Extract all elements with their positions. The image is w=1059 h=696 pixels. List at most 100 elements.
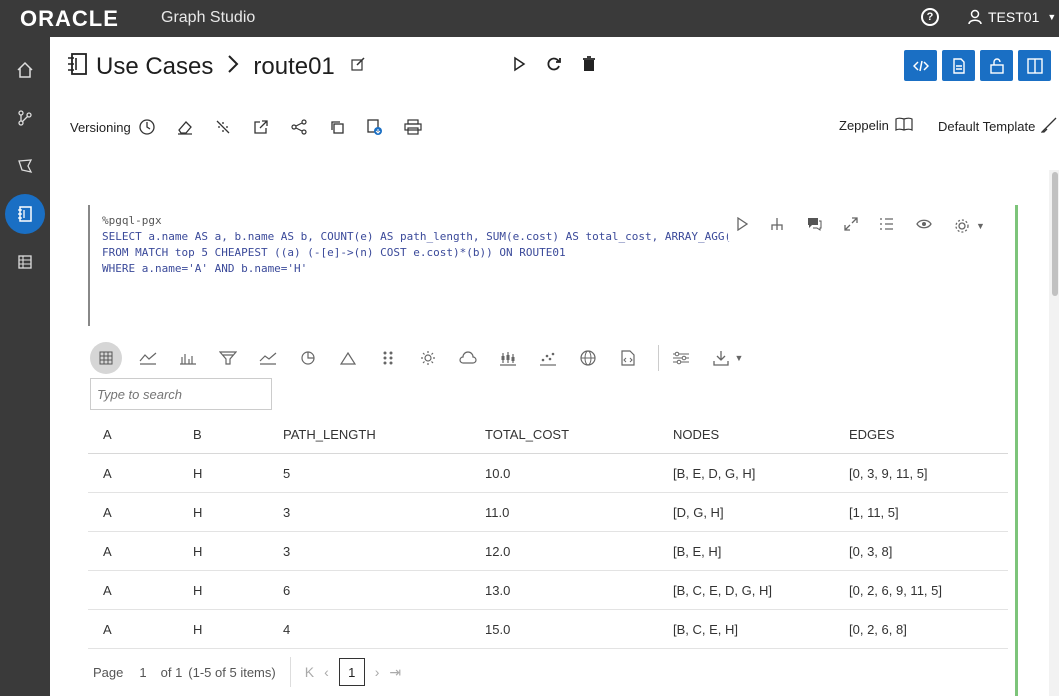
clear-output-icon[interactable] — [213, 117, 233, 137]
refresh-icon[interactable] — [546, 56, 562, 77]
nav-notebooks[interactable] — [5, 194, 45, 234]
page-scrollbar-thumb[interactable] — [1052, 172, 1058, 296]
notebook-icon — [66, 52, 88, 81]
last-page-icon[interactable]: ⇥ — [389, 664, 401, 681]
zeppelin-label: Zeppelin — [839, 118, 889, 133]
table-cell: H — [193, 621, 203, 637]
import-icon[interactable] — [365, 117, 385, 137]
area-chart-icon[interactable] — [258, 348, 278, 368]
prev-page-icon[interactable]: ‹ — [324, 664, 329, 680]
table-cell: A — [103, 504, 112, 520]
column-header[interactable]: A — [88, 427, 178, 442]
lock-view-button[interactable] — [980, 50, 1013, 81]
sunburst-icon[interactable] — [418, 348, 438, 368]
template-selector[interactable]: Default Template — [938, 117, 1057, 136]
pie-chart-icon[interactable] — [298, 348, 318, 368]
share-icon[interactable] — [289, 117, 309, 137]
code-file-icon[interactable] — [618, 348, 638, 368]
scatter-chart-icon[interactable] — [538, 348, 558, 368]
history-icon[interactable] — [137, 117, 157, 137]
visualization-toolbar: ▼ — [90, 342, 765, 374]
column-header[interactable]: EDGES — [834, 427, 1008, 442]
hierarchy-icon[interactable] — [770, 217, 784, 236]
settings-icon[interactable]: ▼ — [954, 218, 985, 234]
column-header[interactable]: B — [178, 427, 268, 442]
chevron-right-icon — [227, 53, 239, 81]
table-cell: 4 — [283, 621, 291, 637]
funnel-chart-icon[interactable] — [218, 348, 238, 368]
cloud-icon[interactable] — [458, 348, 478, 368]
table-view-icon[interactable] — [90, 342, 122, 374]
table-cell: [B, C, E, H] — [673, 621, 739, 637]
eraser-icon[interactable] — [175, 117, 195, 137]
page-count-label: of 1 — [160, 664, 183, 680]
eye-icon[interactable] — [916, 217, 932, 235]
boxplot-icon[interactable] — [498, 348, 518, 368]
editor-line: WHERE a.name='A' AND b.name='H' — [102, 262, 308, 275]
book-icon — [895, 117, 913, 134]
triangle-icon[interactable] — [338, 348, 358, 368]
oracle-logo: ORACLE — [20, 6, 119, 31]
line-numbers-icon[interactable] — [880, 217, 894, 236]
table-cell: A — [103, 582, 112, 598]
export-icon[interactable] — [251, 117, 271, 137]
table-cell: H — [193, 504, 203, 520]
edit-icon[interactable] — [351, 57, 365, 76]
home-icon — [17, 61, 33, 78]
nav-home[interactable] — [5, 50, 45, 90]
table-header-row: A B PATH_LENGTH TOTAL_COST NODES EDGES — [88, 415, 1008, 454]
comments-icon[interactable] — [806, 217, 822, 236]
breadcrumb-parent[interactable]: Use Cases — [96, 53, 213, 81]
column-header[interactable]: NODES — [658, 427, 834, 442]
nav-graphs[interactable] — [5, 98, 45, 138]
view-mode-buttons — [904, 50, 1051, 81]
print-icon[interactable] — [403, 117, 423, 137]
jobs-icon — [18, 255, 32, 269]
next-page-icon[interactable]: › — [375, 664, 380, 680]
table-cell: 13.0 — [485, 582, 511, 598]
toolbar-divider — [658, 345, 659, 371]
table-cell: A — [103, 465, 112, 481]
table-cell: [B, E, D, G, H] — [673, 465, 756, 481]
bar-chart-icon[interactable] — [178, 348, 198, 368]
column-header[interactable]: TOTAL_COST — [470, 427, 658, 442]
notebook-toolbar: Versioning — [70, 117, 423, 137]
notebook-run-controls — [512, 56, 596, 77]
table-cell: [B, E, H] — [673, 543, 722, 559]
user-name: TEST01 — [988, 9, 1040, 25]
zeppelin-link[interactable]: Zeppelin — [839, 117, 913, 134]
document-view-button[interactable] — [942, 50, 975, 81]
line-chart-icon[interactable] — [138, 348, 158, 368]
page-input[interactable]: 1 — [139, 665, 146, 680]
side-panel-icon — [1026, 57, 1043, 74]
trash-icon[interactable] — [582, 56, 596, 77]
table-cell: [0, 2, 6, 9, 11, 5] — [849, 582, 942, 598]
panel-view-button[interactable] — [1018, 50, 1051, 81]
expand-icon[interactable] — [844, 216, 858, 236]
table-cell: A — [103, 543, 112, 559]
column-header[interactable]: PATH_LENGTH — [268, 427, 470, 442]
help-icon[interactable]: ? — [921, 8, 939, 26]
page-label: Page — [93, 664, 124, 680]
user-menu[interactable]: TEST01 ▼ — [968, 9, 1056, 25]
top-bar: ORACLE Graph Studio ? TEST01 ▼ — [0, 0, 1059, 37]
dots-grid-icon[interactable] — [378, 348, 398, 368]
nav-models[interactable] — [5, 146, 45, 186]
page-title: route01 — [253, 52, 335, 80]
run-all-icon[interactable] — [512, 56, 526, 77]
current-page-button[interactable]: 1 — [338, 658, 365, 686]
table-cell: [1, 11, 5] — [849, 504, 899, 520]
left-nav-rail — [0, 37, 50, 696]
first-page-icon[interactable]: K — [305, 664, 314, 680]
table-cell: H — [193, 582, 203, 598]
nav-jobs[interactable] — [5, 242, 45, 282]
pagination: Page 1 of 1 (1-5 of 5 items) K ‹ 1 › ⇥ — [93, 657, 411, 687]
versioning-label[interactable]: Versioning — [70, 120, 131, 135]
run-paragraph-icon[interactable] — [736, 216, 749, 236]
code-view-button[interactable] — [904, 50, 937, 81]
globe-icon[interactable] — [578, 348, 598, 368]
sliders-icon[interactable] — [671, 348, 691, 368]
table-search-input[interactable] — [90, 378, 272, 410]
copy-icon[interactable] — [327, 117, 347, 137]
download-icon[interactable]: ▼ — [711, 348, 745, 368]
